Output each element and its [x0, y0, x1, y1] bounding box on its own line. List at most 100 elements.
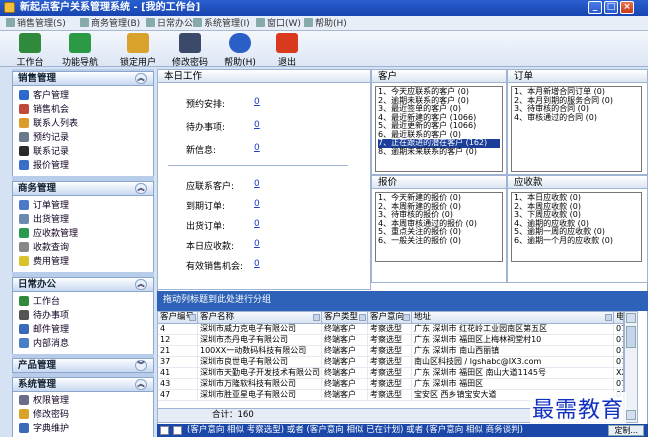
column-header-address[interactable]: 地址 — [412, 312, 614, 324]
menu-office[interactable]: 日常办公 — [146, 18, 193, 30]
filter-clear-icon[interactable] — [160, 426, 169, 435]
help-button[interactable]: 帮助(H) — [220, 33, 260, 68]
exit-button[interactable]: 退出 — [270, 33, 304, 68]
sidebar-item-shipping[interactable]: 出货管理 — [19, 214, 69, 227]
menu-window-icon — [256, 18, 265, 27]
divider — [168, 165, 348, 166]
list-item[interactable]: 8、逾期未来联系的客户 (0) — [378, 147, 500, 157]
kv-value-link[interactable]: 0 — [254, 239, 260, 249]
panel-today: 预约安排: 0 待办事项: 0 新信息: 0 应联系客户: 0 到期订单: 0 出货订单:… — [157, 83, 371, 290]
collapse-icon[interactable]: ︽ — [135, 183, 147, 194]
customize-filter-button[interactable]: 定制... — [608, 425, 644, 436]
menu-sales[interactable]: 销售管理(S) — [6, 18, 66, 30]
kv-value-link[interactable]: 0 — [254, 120, 260, 130]
menu-help[interactable]: 帮助(H) — [304, 18, 347, 30]
list-item[interactable]: 4、审核通过的合同 (0) — [514, 113, 639, 123]
sidebar-section-body: 权限管理 修改密码 字典维护 — [12, 392, 154, 437]
list-item[interactable]: 6、一般关注的报价 (0) — [378, 236, 500, 246]
grid-total-label: 合计：160 — [212, 410, 254, 420]
navigate-button[interactable]: 功能导航 — [58, 33, 102, 68]
list-item[interactable]: 6、逾期一个月的应收款 (0) — [514, 236, 639, 246]
column-header-name[interactable]: 客户名称 — [198, 312, 322, 324]
sidebar-item-mail[interactable]: 邮件管理 — [19, 324, 69, 337]
table-row[interactable]: 43 深圳市万隆软科技有限公司 终端客户 考察选型 广东 深圳市 福田区 07 — [158, 379, 623, 390]
order-list[interactable]: 1、本月新增合同订单 (0) 2、本月到期的服务合同 (0) 3、待审核的合同 … — [511, 86, 642, 172]
group-by-bar[interactable]: 拖动列标题到此处进行分组 — [157, 291, 648, 311]
expand-icon[interactable]: ︾ — [135, 360, 147, 371]
grid-vertical-scrollbar[interactable] — [624, 311, 638, 423]
menu-window[interactable]: 窗口(W) — [256, 18, 301, 30]
cell-intent: 考察选型 — [368, 390, 412, 401]
column-filter-icon[interactable] — [403, 314, 410, 321]
column-header-intent[interactable]: 客户意向 — [368, 312, 412, 324]
sidebar-item-customer[interactable]: 客户管理 — [19, 90, 69, 103]
sidebar-item-dictionary[interactable]: 字典维护 — [19, 423, 69, 436]
collapse-icon[interactable]: ︽ — [135, 73, 147, 84]
cell-name: 深圳市良世电子有限公司 — [198, 357, 322, 368]
kv-value-link[interactable]: 0 — [254, 143, 260, 153]
table-row[interactable]: 12 深圳市杰丹电子有限公司 终端客户 考察选型 广东 深圳市 福田区上梅林祠堂… — [158, 335, 623, 346]
kv-value-link[interactable]: 0 — [254, 179, 260, 189]
kv-value-link[interactable]: 0 — [254, 219, 260, 229]
sidebar-section-product[interactable]: 产品管理 ︾ — [12, 358, 154, 373]
sidebar-item-expense[interactable]: 费用管理 — [19, 256, 69, 269]
table-row[interactable]: 4 深圳市威力克电子有限公司 终端客户 考察选型 广东 深圳市 红花岭工业园南区… — [158, 324, 623, 335]
table-row[interactable]: 21 100XX一动数码科技有限公司 终端客户 考察选型 广东 深圳市 南山西丽… — [158, 346, 623, 357]
filter-text: (客户意向 相似 考察选型) 或者 (客户意向 相似 已在计划) 或者 (客户意… — [187, 425, 523, 435]
sidebar-section-body: 客户管理 销售机会 联系人列表 预约记录 联系记录 报价管理 — [12, 86, 154, 176]
sidebar-item-contacts[interactable]: 联系人列表 — [19, 118, 78, 131]
desk-button[interactable]: 工作台 — [10, 33, 50, 68]
sidebar-item-appointment[interactable]: 预约记录 — [19, 132, 69, 145]
kv-value-link[interactable]: 0 — [254, 259, 260, 269]
cell-type: 终端客户 — [322, 335, 368, 346]
sidebar-section-sales[interactable]: 销售管理 ︽ — [12, 71, 154, 86]
sidebar-item-desk[interactable]: 工作台 — [19, 296, 60, 309]
sidebar-item-opportunity[interactable]: 销售机会 — [19, 104, 69, 117]
column-filter-icon[interactable] — [189, 314, 196, 321]
maximize-button[interactable]: □ — [604, 1, 618, 14]
sidebar-item-payment-query[interactable]: 收款查询 — [19, 242, 69, 255]
sidebar-item-password[interactable]: 修改密码 — [19, 409, 69, 422]
kv-appointment: 预约安排: 0 — [186, 97, 260, 110]
column-header-id[interactable]: 客户编号 — [158, 312, 198, 324]
receivable-icon — [19, 228, 29, 238]
sidebar-section-office[interactable]: 日常办公 ︽ — [12, 277, 154, 292]
sidebar-item-todo[interactable]: 待办事项 — [19, 310, 69, 323]
customer-list[interactable]: 1、今天应联系的客户 (0) 2、逾期未联系的客户 (0) 3、最近签单的客户 … — [375, 86, 503, 172]
scroll-up-icon[interactable] — [626, 313, 636, 323]
column-filter-icon[interactable] — [605, 314, 612, 321]
menu-system[interactable]: 系统管理(I) — [193, 18, 250, 30]
collapse-icon[interactable]: ︽ — [135, 279, 147, 290]
cell-address: 广东 深圳市 福田区 — [412, 379, 614, 390]
change-password-button[interactable]: 修改密码 — [168, 33, 212, 68]
quote-list[interactable]: 1、今天新建的报价 (0) 2、本周新建的报价 (0) 3、待审核的报价 (0)… — [375, 192, 503, 262]
sidebar-item-message[interactable]: 内部消息 — [19, 338, 69, 351]
sidebar-item-label: 收款查询 — [33, 243, 70, 253]
sidebar-item-permission[interactable]: 权限管理 — [19, 395, 69, 408]
sidebar-section-system[interactable]: 系统管理 ︽ — [12, 377, 154, 392]
scroll-down-icon[interactable] — [626, 410, 636, 420]
kv-value-link[interactable]: 0 — [254, 97, 260, 107]
sidebar-item-order[interactable]: 订单管理 — [19, 200, 69, 213]
sidebar-section-business[interactable]: 商务管理 ︽ — [12, 181, 154, 196]
collapse-icon[interactable]: ︽ — [135, 379, 147, 390]
minimize-button[interactable]: _ — [588, 1, 602, 14]
sidebar-item-quote[interactable]: 报价管理 — [19, 160, 69, 173]
close-button[interactable]: × — [620, 1, 634, 14]
column-filter-icon[interactable] — [313, 314, 320, 321]
column-filter-icon[interactable] — [359, 314, 366, 321]
column-header-phone[interactable]: 电 — [614, 312, 623, 324]
lock-user-button[interactable]: 锁定用户 — [116, 33, 160, 68]
column-header-type[interactable]: 客户类型 — [322, 312, 368, 324]
appointment-icon — [19, 132, 29, 142]
menu-business[interactable]: 商务管理(B) — [80, 18, 140, 30]
table-row[interactable]: 37 深圳市良世电子有限公司 终端客户 考察选型 南山区科技园 / lgshab… — [158, 357, 623, 368]
kv-value-link[interactable]: 0 — [254, 199, 260, 209]
filter-enable-checkbox[interactable] — [173, 426, 182, 435]
table-row[interactable]: 41 深圳市天勤电子开发技术有限公司 终端客户 考察选型 广东 深圳市 福田区 … — [158, 368, 623, 379]
sidebar-item-contact-record[interactable]: 联系记录 — [19, 146, 69, 159]
help-icon — [229, 33, 251, 53]
sidebar-item-receivable[interactable]: 应收款管理 — [19, 228, 78, 241]
scroll-thumb[interactable] — [626, 326, 636, 348]
receivable-list[interactable]: 1、本日应收款 (0) 2、本周应收款 (0) 3、下周应收款 (0) 4、逾期… — [511, 192, 642, 262]
